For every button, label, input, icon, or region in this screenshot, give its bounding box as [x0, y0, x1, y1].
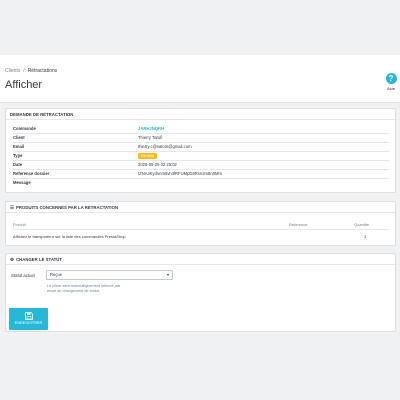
info-row-type: Type Partielle — [13, 152, 157, 160]
info-key: Email — [13, 144, 25, 149]
cell-product: Affichez le transporteur sur la liste de… — [13, 234, 126, 239]
info-key: Message — [13, 180, 31, 185]
breadcrumb-parent[interactable]: Clients — [5, 68, 20, 74]
info-key: Client — [13, 135, 25, 140]
gears-icon: ⚙ — [10, 257, 15, 262]
breadcrumb-current[interactable]: Rétractations — [28, 68, 57, 74]
save-button-label: ENREGISTRER — [14, 321, 43, 325]
info-row-date: Date 2026-05-29 02:25:02 — [13, 161, 177, 169]
help-button[interactable]: ? Aide — [383, 73, 399, 91]
panel-heading-label: DEMANDE DE RÉTRACTATION — [10, 112, 74, 117]
list-icon: ☰ — [10, 205, 15, 210]
info-row-order: Commande JARHJNQRH — [13, 125, 164, 133]
breadcrumb: Clients / Rétractations — [5, 68, 57, 74]
info-row-message: Message — [13, 179, 138, 187]
cell-quantity: 3 — [364, 234, 367, 239]
panel-heading: DEMANDE DE RÉTRACTATION — [6, 109, 395, 120]
floppy-disk-icon — [24, 312, 33, 320]
table-header-divider — [13, 229, 389, 230]
info-value: Thierry Tarufi — [138, 135, 163, 140]
withdrawal-request-panel: DEMANDE DE RÉTRACTATION Commande JARHJNQR… — [5, 108, 396, 193]
info-key: Date — [13, 162, 23, 167]
info-value: 2026-05-29 02:25:02 — [138, 162, 177, 167]
info-row-reference: Reference dossier IZNAJKydnnm6vh3lRFUMpD8… — [13, 170, 222, 178]
column-header-product: Produit — [13, 222, 26, 227]
help-label: Aide — [386, 86, 395, 91]
help-icon: ? — [385, 73, 397, 84]
type-badge: Partielle — [138, 153, 157, 159]
save-button[interactable]: ENREGISTRER — [9, 308, 48, 330]
panel-heading: ⚙ CHANGER LE STATUT — [6, 254, 395, 265]
column-header-quantity: Quantite — [354, 222, 370, 227]
info-key: Type — [13, 153, 23, 158]
change-status-panel: ⚙ CHANGER LE STATUT Statut actuel Reçue ▾… — [5, 253, 396, 332]
breadcrumb-separator: / — [23, 68, 25, 74]
panel-heading-label: PRODUITS CONCERNÉS PAR LA RÉTRACTATION — [16, 205, 119, 210]
panel-heading: ☰ PRODUITS CONCERNÉS PAR LA RÉTRACTATION — [6, 202, 395, 213]
order-link[interactable]: JARHJNQRH — [138, 126, 164, 131]
info-row-client: Client Thierry Tarufi — [13, 134, 162, 142]
info-value: thierry.c@satom@gmail.com — [138, 144, 192, 149]
status-label: Statut actuel — [11, 273, 35, 278]
status-select-value: Reçue — [50, 272, 63, 277]
status-hint: Le client sera automatiquement informé p… — [47, 284, 121, 293]
info-key: Reference dossier — [13, 171, 50, 176]
column-header-reference: Reference — [289, 222, 308, 227]
info-value: IZNAJKydnnm6vh3lRFUMpD8Rsn2m8n0Mm — [138, 171, 223, 176]
info-row-email: Email thierry.c@satom@gmail.com — [13, 143, 192, 151]
page-header: Clients / Rétractations Afficher ? Aide — [0, 55, 400, 103]
products-panel: ☰ PRODUITS CONCERNÉS PAR LA RÉTRACTATION … — [5, 201, 396, 246]
info-key: Commande — [13, 126, 36, 131]
status-select[interactable]: Reçue ▾ — [46, 270, 173, 280]
chevron-down-icon: ▾ — [166, 272, 169, 277]
page-title: Afficher — [5, 79, 43, 91]
panel-heading-label: CHANGER LE STATUT — [16, 257, 62, 262]
